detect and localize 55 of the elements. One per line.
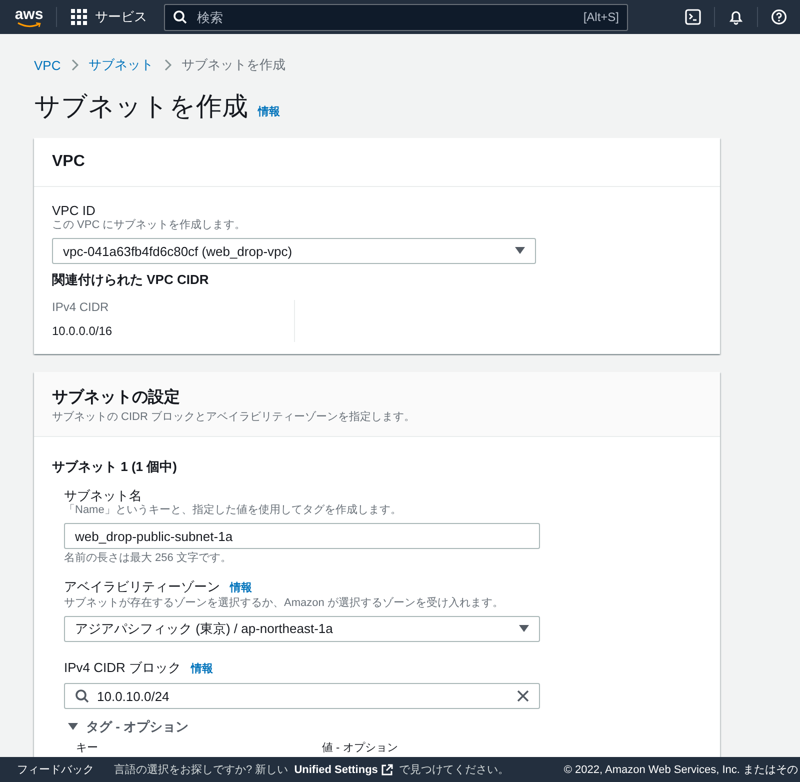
field-label: アベイラビリティーゾーン <box>64 579 220 594</box>
field-label: VPC ID <box>52 203 96 218</box>
panel-title: VPC <box>52 152 86 172</box>
field-label: サブネット名 <box>64 488 142 503</box>
info-link[interactable]: 情報 <box>258 104 280 119</box>
grid-icon <box>71 9 87 25</box>
dropdown-select[interactable]: vpc-041a63fb4fd6c80cf (web_drop-vpc) <box>52 238 536 264</box>
tags-expander[interactable]: タグ - オプション <box>68 719 189 734</box>
panel-description: サブネットの CIDR ブロックとアベイラビリティーゾーンを指定します。 <box>52 410 416 424</box>
unified-settings-link[interactable]: Unified Settings <box>294 764 393 776</box>
footer-message: 言語の選択をお探しですか? 新しい <box>114 762 288 777</box>
page-title: サブネットを作成 <box>34 90 248 123</box>
name-field[interactable]: web_drop-public-subnet-1a <box>64 523 540 549</box>
feedback-link[interactable]: フィードバック <box>17 762 94 777</box>
chevron-right-icon <box>70 59 79 71</box>
breadcrumb-link[interactable]: VPC <box>34 58 61 72</box>
breadcrumb-link[interactable]: サブネット <box>88 56 154 74</box>
panel-title: サブネットの設定 <box>52 387 181 408</box>
services-menu-button[interactable]: サービス <box>71 8 147 26</box>
breadcrumb-current: サブネットを作成 <box>182 56 286 74</box>
caret-down-icon <box>519 625 529 633</box>
column-header: キー <box>76 742 99 755</box>
caret-down-icon <box>515 247 525 255</box>
cidr-field[interactable]: 10.0.10.0/24 <box>64 683 540 709</box>
field-description: 「Name」というキーと、指定した値を使用してタグを作成します。 <box>64 504 402 517</box>
search-icon <box>75 689 89 703</box>
chevron-right-icon <box>164 59 172 71</box>
field-label: IPv4 CIDR ブロック <box>64 660 182 675</box>
column-label: IPv4 CIDR <box>52 300 110 314</box>
smile-arrow-icon <box>16 22 42 28</box>
name-input[interactable]: web_drop-public-subnet-1a <box>75 528 529 544</box>
cidr-value: 10.0.0.0/16 <box>52 324 114 338</box>
caret-icon <box>68 722 78 730</box>
terminal-icon[interactable] <box>685 9 701 25</box>
search-input[interactable]: 検索 <box>195 8 576 26</box>
search-icon <box>173 10 187 24</box>
field-description: サブネットが存在するゾーンを選択するか、Amazon が選択するゾーンを受け入れます。 <box>64 597 504 610</box>
external-link-icon <box>380 764 393 776</box>
copyright-text: © 2022, Amazon Web Services, Inc. またはその <box>562 763 798 777</box>
info-link[interactable]: 情報 <box>191 662 214 677</box>
field-description: この VPC にサブネットを作成します。 <box>52 219 247 232</box>
clear-icon[interactable] <box>517 690 529 702</box>
bell-icon[interactable] <box>728 9 744 25</box>
search-field[interactable]: 検索 [Alt+S] <box>164 4 628 30</box>
shortcut-hint: [Alt+S] <box>583 10 619 24</box>
info-link[interactable]: 情報 <box>230 581 252 596</box>
aws-logo[interactable]: aws <box>14 6 44 28</box>
section-title: 関連付けられた VPC CIDR <box>52 272 210 288</box>
column-header: 値 - オプション <box>322 742 398 755</box>
subnet-heading: サブネット 1 (1 個中) <box>52 459 178 474</box>
help-icon[interactable] <box>771 9 787 25</box>
field-hint: 名前の長さは最大 256 文字です。 <box>64 552 232 565</box>
dropdown-select[interactable]: アジアパシフィック (東京) / ap-northeast-1a <box>64 616 540 642</box>
cidr-input[interactable]: 10.0.10.0/24 <box>97 688 509 704</box>
footer-message: で見つけてください。 <box>398 763 509 777</box>
